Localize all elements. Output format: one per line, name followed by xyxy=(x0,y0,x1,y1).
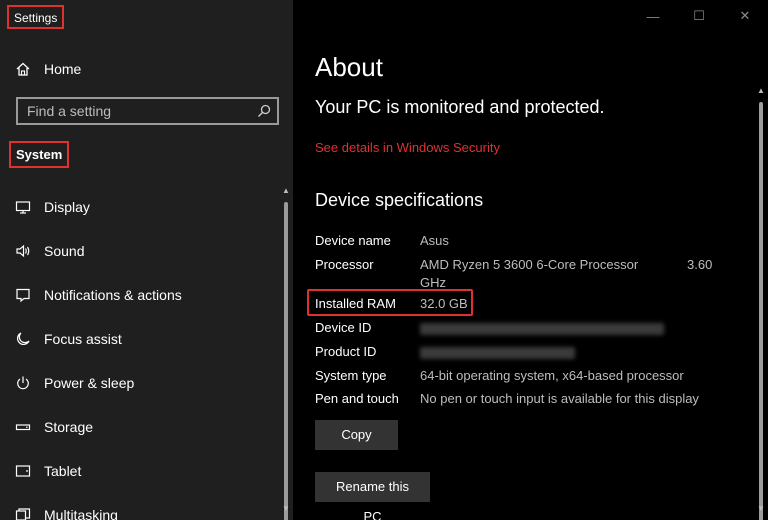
windows-security-link[interactable]: See details in Windows Security xyxy=(315,140,500,155)
spec-value-redacted xyxy=(420,319,710,337)
section-title-system: System xyxy=(9,141,70,168)
sidebar-item-sound[interactable]: Sound xyxy=(0,231,278,271)
sidebar-item-label: Home xyxy=(44,61,82,77)
sidebar-item-label: Notifications & actions xyxy=(44,287,182,303)
storage-icon xyxy=(14,418,32,436)
scroll-down-icon[interactable]: ▼ xyxy=(757,504,765,513)
sidebar-item-label: Sound xyxy=(44,243,85,259)
sidebar-item-focus-assist[interactable]: Focus assist xyxy=(0,319,278,359)
sidebar-item-label: Display xyxy=(44,199,90,215)
content-scrollbar[interactable]: ▲ ▼ xyxy=(756,86,766,520)
spec-row-processor: Processor AMD Ryzen 5 3600 6-Core Proces… xyxy=(315,256,735,292)
monitor-icon xyxy=(14,198,32,216)
protection-status: Your PC is monitored and protected. xyxy=(315,97,605,117)
maximize-button[interactable]: ☐ xyxy=(676,0,722,32)
spec-label: Processor xyxy=(315,257,374,272)
sidebar-item-tablet[interactable]: Tablet xyxy=(0,451,278,491)
spec-label: Installed RAM xyxy=(315,296,396,311)
spec-value: 64-bit operating system, x64-based proce… xyxy=(420,368,684,383)
specs-heading: Device specifications xyxy=(315,190,484,210)
scrollbar-thumb[interactable] xyxy=(759,102,763,520)
close-button[interactable]: ✕ xyxy=(722,0,768,32)
redacted-block xyxy=(420,322,664,335)
sidebar-item-multitasking[interactable]: Multitasking xyxy=(0,495,278,520)
sidebar-scrollbar[interactable]: ▲ ▼ xyxy=(281,186,291,520)
spec-value: AMD Ryzen 5 3600 6-Core Processor GHz xyxy=(420,256,690,292)
sidebar-item-notifications[interactable]: Notifications & actions xyxy=(0,275,278,315)
sidebar: Settings Home System Display Sound Notif… xyxy=(0,0,293,520)
search-input[interactable] xyxy=(18,99,248,123)
processor-speed: 3.60 xyxy=(687,257,713,272)
scrollbar-thumb[interactable] xyxy=(284,202,288,520)
scroll-up-icon[interactable]: ▲ xyxy=(282,186,290,195)
spec-label: Device name xyxy=(315,233,391,248)
spec-value-redacted xyxy=(420,343,710,361)
home-icon xyxy=(14,60,32,78)
app-title: Settings xyxy=(7,5,65,29)
processor-unit: GHz xyxy=(420,275,446,290)
notification-icon xyxy=(14,286,32,304)
sidebar-item-storage[interactable]: Storage xyxy=(0,407,278,447)
spec-label: Pen and touch xyxy=(315,391,399,406)
sidebar-item-home[interactable]: Home xyxy=(0,54,293,84)
sidebar-item-label: Tablet xyxy=(44,463,82,479)
sidebar-item-display[interactable]: Display xyxy=(0,187,278,227)
spec-label: Device ID xyxy=(315,320,372,335)
spec-value: No pen or touch input is available for t… xyxy=(420,391,699,406)
sidebar-item-label: Focus assist xyxy=(44,331,122,347)
copy-button[interactable]: Copy xyxy=(315,420,398,450)
spec-label: Product ID xyxy=(315,344,377,359)
minimize-button[interactable]: — xyxy=(630,0,676,32)
search-box[interactable] xyxy=(16,97,279,125)
spec-value: 32.0 GB xyxy=(420,296,468,311)
redacted-block xyxy=(420,346,575,359)
spec-label: System type xyxy=(315,368,387,383)
processor-name: AMD Ryzen 5 3600 6-Core Processor xyxy=(420,257,639,272)
page-title: About xyxy=(315,52,383,82)
window-controls: — ☐ ✕ xyxy=(630,0,768,32)
sidebar-item-label: Multitasking xyxy=(44,507,118,520)
sidebar-item-label: Power & sleep xyxy=(44,375,135,391)
rename-pc-button[interactable]: Rename this PC xyxy=(315,472,430,520)
sidebar-item-power-sleep[interactable]: Power & sleep xyxy=(0,363,278,403)
scroll-up-icon[interactable]: ▲ xyxy=(757,86,765,95)
sidebar-item-label: Storage xyxy=(44,419,94,435)
content-pane: — ☐ ✕ About Your PC is monitored and pro… xyxy=(293,0,768,520)
moon-icon xyxy=(14,330,32,348)
spec-value: Asus xyxy=(420,233,449,248)
power-icon xyxy=(14,374,32,392)
tablet-icon xyxy=(14,462,32,480)
speaker-icon xyxy=(14,242,32,260)
scroll-down-icon[interactable]: ▼ xyxy=(282,504,290,513)
multitasking-icon xyxy=(14,506,32,520)
search-icon[interactable] xyxy=(256,103,272,119)
